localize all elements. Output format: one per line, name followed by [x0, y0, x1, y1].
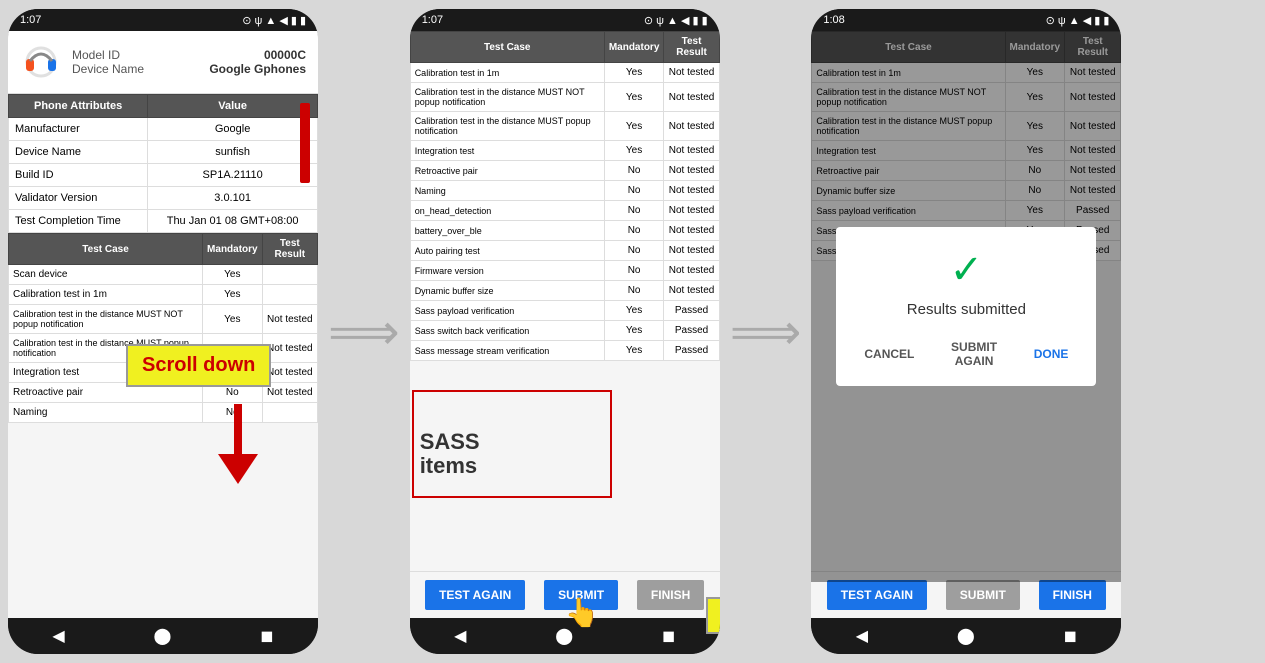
test-row-sass2: Sass switch back verificationYesPassed: [410, 321, 719, 341]
attr-col2: Value: [148, 95, 318, 118]
dialog-title: Results submitted: [852, 301, 1080, 318]
test-row: NamingNoNot tested: [410, 181, 719, 201]
sass-annotation: SASSitems: [420, 430, 480, 478]
back-icon-p2[interactable]: ◀: [454, 626, 466, 646]
attr-row-devicename: Device Namesunfish: [9, 141, 318, 164]
test-row: Retroactive pairNoNot tested: [410, 161, 719, 181]
check-icon: ✓: [852, 247, 1080, 293]
back-icon-p3[interactable]: ◀: [856, 626, 868, 646]
phone2-icons: ⊙ ψ ▲ ◀ ▮ ▮: [644, 14, 708, 27]
test-col2: Mandatory: [203, 234, 263, 265]
model-value: 00000C: [264, 48, 306, 62]
test-row: Dynamic buffer sizeNoNot tested: [410, 281, 719, 301]
arrow-right-1: ⟹: [328, 303, 400, 361]
test-row-sass3: Sass message stream verificationYesPasse…: [410, 341, 719, 361]
submit-btn-p3[interactable]: SUBMIT: [946, 580, 1020, 610]
phone2: 1:07 ⊙ ψ ▲ ◀ ▮ ▮ Test Case Mandatory Tes…: [410, 9, 720, 654]
dialog-cancel-btn[interactable]: CANCEL: [852, 334, 926, 374]
submit-annotation: submit: [706, 597, 720, 634]
finish-btn-p3[interactable]: FINISH: [1039, 580, 1106, 610]
test-again-btn-p2[interactable]: TEST AGAIN: [425, 580, 525, 610]
home-icon-p3[interactable]: ⬤: [957, 626, 975, 646]
model-label: Model ID: [72, 48, 120, 62]
phone3-status-bar: 1:08 ⊙ ψ ▲ ◀ ▮ ▮: [811, 9, 1121, 31]
test-row: Calibration test in the distance MUST NO…: [9, 305, 318, 334]
test-col1: Test Case: [9, 234, 203, 265]
phone1-status-bar: 1:07 ⊙ ψ ▲ ◀ ▮ ▮: [8, 9, 318, 31]
recents-icon-p3[interactable]: ◼: [1064, 626, 1077, 646]
arrow-right-2: ⟹: [730, 303, 802, 361]
red-arrow-svg: [218, 404, 258, 484]
scroll-down-annotation: Scroll down: [126, 344, 271, 387]
test-table-p1: Test Case Mandatory Test Result Scan dev…: [8, 233, 318, 423]
test-row: Calibration test in the distance MUST po…: [410, 112, 719, 141]
test-row: Calibration test in 1mYes: [9, 285, 318, 305]
dialog-submit-again-btn[interactable]: SUBMIT AGAIN: [934, 334, 1013, 374]
device-name-label: Device Name: [72, 62, 144, 76]
phone1-time: 1:07: [20, 14, 41, 26]
test-table-p2: Test Case Mandatory Test Result Calibrat…: [410, 31, 720, 361]
phone2-time: 1:07: [422, 14, 443, 26]
attr-row-validator: Validator Version3.0.101: [9, 187, 318, 210]
dialog-done-btn[interactable]: DONE: [1022, 334, 1081, 374]
phone3-time: 1:08: [823, 14, 844, 26]
phone1-icons: ⊙ ψ ▲ ◀ ▮ ▮: [242, 14, 306, 27]
phone3-nav-bar: ◀ ⬤ ◼: [811, 618, 1121, 654]
attr-row-buildid: Build IDSP1A.21110: [9, 164, 318, 187]
headphone-icon: [20, 41, 62, 83]
scroll-indicator: [300, 103, 310, 183]
test-row: Scan deviceYes: [9, 265, 318, 285]
test-row: Integration testYesNot tested: [410, 141, 719, 161]
device-name-value: Google Gphones: [209, 62, 306, 76]
test-again-btn-p3[interactable]: TEST AGAIN: [827, 580, 927, 610]
attr-row-completion: Test Completion TimeThu Jan 01 08 GMT+08…: [9, 210, 318, 233]
test-row: on_head_detectionNoNot tested: [410, 201, 719, 221]
phone3-icons: ⊙ ψ ▲ ◀ ▮ ▮: [1046, 14, 1110, 27]
phone1: 1:07 ⊙ ψ ▲ ◀ ▮ ▮ Model ID 00000C: [8, 9, 318, 654]
attr-col1: Phone Attributes: [9, 95, 148, 118]
attr-row-manufacturer: ManufacturerGoogle: [9, 118, 318, 141]
phone3: 1:08 ⊙ ψ ▲ ◀ ▮ ▮ Test Case Mandatory Tes…: [811, 9, 1121, 654]
test-row: battery_over_bleNoNot tested: [410, 221, 719, 241]
test-row-sass1: Sass payload verificationYesPassed: [410, 301, 719, 321]
test-row: Auto pairing testNoNot tested: [410, 241, 719, 261]
device-info: Model ID 00000C Device Name Google Gphon…: [72, 48, 306, 76]
test-row: Calibration test in the distance MUST NO…: [410, 83, 719, 112]
results-dialog: ✓ Results submitted CANCEL SUBMIT AGAIN …: [836, 227, 1096, 386]
test-row: Firmware versionNoNot tested: [410, 261, 719, 281]
phone1-nav-bar: ◀ ⬤ ◼: [8, 618, 318, 654]
results-dialog-overlay: ✓ Results submitted CANCEL SUBMIT AGAIN …: [811, 31, 1121, 582]
finish-btn-p2[interactable]: FINISH: [637, 580, 704, 610]
cursor-icon: 👆: [565, 596, 600, 629]
home-icon[interactable]: ⬤: [154, 626, 172, 646]
phone2-status-bar: 1:07 ⊙ ψ ▲ ◀ ▮ ▮: [410, 9, 720, 31]
dialog-buttons: CANCEL SUBMIT AGAIN DONE: [852, 334, 1080, 374]
test-row: NamingNo: [9, 403, 318, 423]
attr-table: Phone Attributes Value ManufacturerGoogl…: [8, 94, 318, 233]
home-icon-p2[interactable]: ⬤: [555, 626, 573, 646]
device-header: Model ID 00000C Device Name Google Gphon…: [8, 31, 318, 94]
test-col3: Test Result: [262, 234, 317, 265]
back-icon[interactable]: ◀: [52, 626, 64, 646]
recents-icon[interactable]: ◼: [260, 626, 273, 646]
test-row: Calibration test in 1mYesNot tested: [410, 63, 719, 83]
recents-icon-p2[interactable]: ◼: [662, 626, 675, 646]
red-down-arrow: [218, 404, 258, 489]
